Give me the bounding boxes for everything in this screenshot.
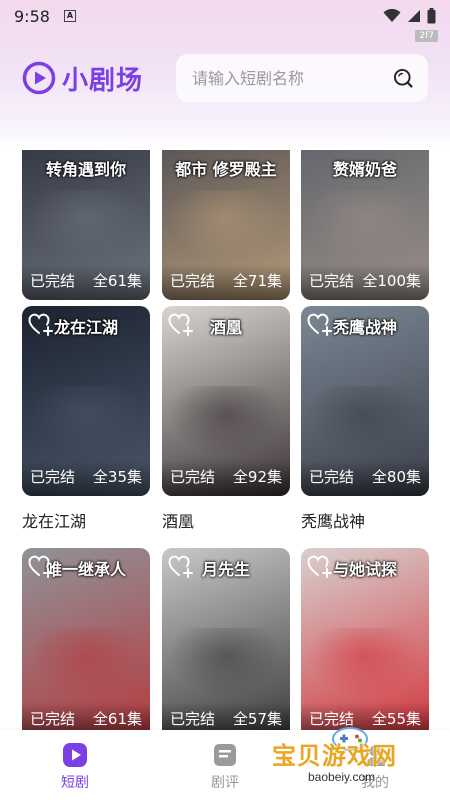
app-logo: 小剧场 <box>22 60 143 97</box>
drama-card[interactable]: 龙在江湖 已完结 全35集龙在江湖 <box>22 306 150 532</box>
add-favorite-icon[interactable] <box>168 554 194 578</box>
poster-artwork <box>28 386 144 456</box>
drama-card[interactable]: 酒凰 已完结 全92集酒凰 <box>162 306 290 532</box>
drama-grid: 转角遇到你已完结全61集转角遇到你都市 修罗殿主已完结全71集都市修罗殿主赘婿奶… <box>22 150 430 730</box>
play-logo-icon <box>22 61 56 95</box>
episode-count: 全55集 <box>371 710 421 728</box>
search-input[interactable] <box>192 68 392 88</box>
search-bar[interactable] <box>176 54 428 102</box>
drama-poster[interactable]: 唯一继承人 已完结 全61集 <box>22 548 150 730</box>
review-icon <box>214 744 236 766</box>
drama-poster[interactable]: 转角遇到你已完结 全61集 <box>22 150 150 300</box>
episode-count: 全80集 <box>371 468 421 486</box>
drama-title[interactable]: 酒凰 <box>162 508 290 532</box>
poster-artwork <box>307 386 423 456</box>
drama-poster[interactable]: 酒凰 已完结 全92集 <box>162 306 290 496</box>
battery-icon <box>427 8 436 24</box>
search-icon[interactable] <box>392 63 414 93</box>
drama-poster[interactable]: 龙在江湖 已完结 全35集 <box>22 306 150 496</box>
status-badge: 已完结 <box>30 710 76 728</box>
drama-poster[interactable]: 月先生 已完结 全57集 <box>162 548 290 730</box>
poster-artwork <box>168 190 284 260</box>
status-badge: 已完结 <box>170 468 216 486</box>
app-name: 小剧场 <box>62 65 144 96</box>
poster-badges: 已完结 全61集 <box>22 702 150 730</box>
drama-card[interactable]: 月先生 已完结 全57集 <box>162 548 290 730</box>
poster-artwork <box>307 628 423 698</box>
wifi-icon <box>383 9 401 22</box>
poster-artwork <box>28 628 144 698</box>
poster-badges: 已完结 全100集 <box>301 264 429 300</box>
nav-label-shorts: 短剧 <box>61 775 89 791</box>
add-favorite-icon[interactable] <box>168 312 194 336</box>
status-badge: 已完结 <box>170 272 216 290</box>
poster-title: 赘婿奶爸 <box>332 160 397 179</box>
poster-badges: 已完结 全61集 <box>22 264 150 300</box>
notification-icon: A <box>63 10 76 22</box>
drama-poster[interactable]: 与她试探 已完结 全55集 <box>301 548 429 730</box>
poster-badges: 已完结 全80集 <box>301 460 429 496</box>
poster-badges: 已完结 全71集 <box>162 264 290 300</box>
drama-poster[interactable]: 赘婿奶爸已完结 全100集 <box>301 150 429 300</box>
signal-icon <box>408 10 420 22</box>
poster-artwork <box>168 628 284 698</box>
poster-title: 转角遇到你 <box>45 160 126 179</box>
poster-badges: 已完结 全35集 <box>22 460 150 496</box>
episode-count: 全100集 <box>362 272 421 290</box>
episode-count: 全92集 <box>232 468 282 486</box>
episode-count: 全35集 <box>92 468 142 486</box>
status-badge: 已完结 <box>30 468 76 486</box>
episode-count: 全61集 <box>92 272 142 290</box>
watermark-text: 宝贝游戏网 <box>272 742 397 770</box>
header: 小剧场 <box>0 52 450 104</box>
status-badge: 已完结 <box>30 272 76 290</box>
poster-title: 都市 修罗殿主 <box>175 160 277 179</box>
status-bar: 9:58 A <box>0 0 450 32</box>
add-favorite-icon[interactable] <box>28 554 54 578</box>
poster-artwork <box>28 190 144 260</box>
poster-badges: 已完结 全92集 <box>162 460 290 496</box>
drama-poster[interactable]: 秃鹰战神 已完结 全80集 <box>301 306 429 496</box>
add-favorite-icon[interactable] <box>307 312 333 336</box>
fps-counter: 2f7 <box>415 30 438 42</box>
watermark-url: baobeiy.com <box>308 770 376 784</box>
play-icon <box>63 743 87 767</box>
drama-card[interactable]: 秃鹰战神 已完结 全80集秃鹰战神 <box>301 306 429 532</box>
drama-card[interactable]: 唯一继承人 已完结 全61集 <box>22 548 150 730</box>
episode-count: 全71集 <box>232 272 282 290</box>
add-favorite-icon[interactable] <box>307 554 333 578</box>
drama-poster[interactable]: 都市 修罗殿主已完结 全71集 <box>162 150 290 300</box>
poster-artwork <box>168 386 284 456</box>
nav-label-reviews: 剧评 <box>211 775 239 791</box>
episode-count: 全61集 <box>92 710 142 728</box>
watermark: 宝贝游戏网 baobeiy.com <box>272 727 422 792</box>
status-time: 9:58 <box>14 6 50 26</box>
episode-count: 全57集 <box>232 710 282 728</box>
poster-artwork <box>307 190 423 260</box>
status-badge: 已完结 <box>309 468 355 486</box>
drama-card[interactable]: 与她试探 已完结 全55集 <box>301 548 429 730</box>
status-badge: 已完结 <box>309 272 355 290</box>
poster-badges: 已完结 全57集 <box>162 702 290 730</box>
drama-title[interactable]: 龙在江湖 <box>22 508 150 532</box>
nav-item-shorts[interactable]: 短剧 <box>0 730 150 800</box>
status-badge: 已完结 <box>170 710 216 728</box>
add-favorite-icon[interactable] <box>28 312 54 336</box>
drama-title[interactable]: 秃鹰战神 <box>301 508 429 532</box>
